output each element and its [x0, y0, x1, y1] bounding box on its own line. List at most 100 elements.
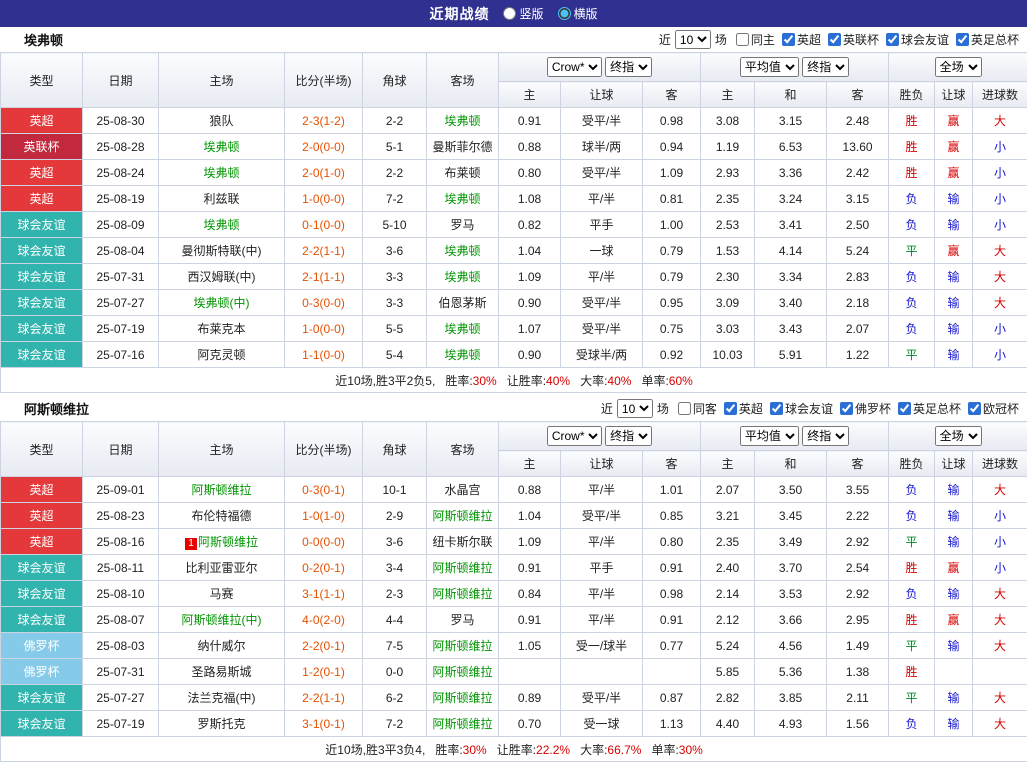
away-team-name[interactable]: 曼斯菲尔德: [432, 140, 492, 154]
scope-select[interactable]: 全场: [935, 57, 982, 77]
away-team[interactable]: 阿斯顿维拉: [427, 503, 499, 529]
scope-select[interactable]: 全场: [935, 426, 982, 446]
away-team-name[interactable]: 阿斯顿维拉: [432, 717, 492, 731]
home-team[interactable]: 比利亚雷亚尔: [159, 555, 285, 581]
league-filter-checkbox[interactable]: [828, 33, 841, 46]
league-filter[interactable]: 球会友谊: [879, 31, 949, 48]
league-filter[interactable]: 英超: [717, 400, 763, 417]
match-score[interactable]: 1-0(0-0): [285, 316, 363, 342]
away-team[interactable]: 布莱顿: [427, 160, 499, 186]
away-team[interactable]: 埃弗顿: [427, 108, 499, 134]
match-score[interactable]: 3-1(1-1): [285, 581, 363, 607]
home-team[interactable]: 曼彻斯特联(中): [159, 238, 285, 264]
vertical-radio-input[interactable]: [503, 7, 516, 20]
away-team-name[interactable]: 埃弗顿: [444, 244, 480, 258]
away-team-name[interactable]: 罗马: [450, 613, 474, 627]
league-filter-checkbox[interactable]: [678, 402, 691, 415]
home-team-name[interactable]: 阿斯顿维拉: [198, 535, 258, 549]
away-team-name[interactable]: 阿斯顿维拉: [432, 665, 492, 679]
home-team[interactable]: 纳什威尔: [159, 633, 285, 659]
home-team[interactable]: 圣路易斯城: [159, 659, 285, 685]
handicap-stage-select[interactable]: 终指: [605, 57, 652, 77]
away-team-name[interactable]: 纽卡斯尔联: [432, 535, 492, 549]
away-team-name[interactable]: 阿斯顿维拉: [432, 587, 492, 601]
league-filter-checkbox[interactable]: [968, 402, 981, 415]
horizontal-radio-input[interactable]: [558, 7, 571, 20]
match-score[interactable]: 2-2(1-1): [285, 685, 363, 711]
match-score[interactable]: 2-1(1-1): [285, 264, 363, 290]
league-filter[interactable]: 英足总杯: [891, 400, 961, 417]
home-team[interactable]: 西汉姆联(中): [159, 264, 285, 290]
away-team[interactable]: 阿斯顿维拉: [427, 581, 499, 607]
home-team[interactable]: 1阿斯顿维拉: [159, 529, 285, 555]
away-team-name[interactable]: 伯恩茅斯: [438, 296, 486, 310]
bookmaker-select[interactable]: Crow*: [547, 426, 602, 446]
league-filter-checkbox[interactable]: [782, 33, 795, 46]
league-filter-checkbox[interactable]: [770, 402, 783, 415]
away-team-name[interactable]: 埃弗顿: [444, 322, 480, 336]
home-team[interactable]: 阿斯顿维拉: [159, 477, 285, 503]
league-filter-checkbox[interactable]: [898, 402, 911, 415]
handicap-stage-select[interactable]: 终指: [605, 426, 652, 446]
home-team-name[interactable]: 阿克灵顿: [197, 348, 245, 362]
home-team-name[interactable]: 比利亚雷亚尔: [185, 561, 257, 575]
away-team[interactable]: 纽卡斯尔联: [427, 529, 499, 555]
home-team[interactable]: 阿斯顿维拉(中): [159, 607, 285, 633]
home-team-name[interactable]: 阿斯顿维拉: [191, 483, 251, 497]
home-team[interactable]: 埃弗顿: [159, 134, 285, 160]
home-team[interactable]: 布伦特福德: [159, 503, 285, 529]
match-score[interactable]: 2-2(0-1): [285, 633, 363, 659]
league-filter-checkbox[interactable]: [736, 33, 749, 46]
away-team[interactable]: 阿斯顿维拉: [427, 659, 499, 685]
away-team-name[interactable]: 罗马: [450, 218, 474, 232]
away-team[interactable]: 埃弗顿: [427, 316, 499, 342]
layout-radio-horizontal[interactable]: 横版: [558, 5, 598, 22]
home-team[interactable]: 阿克灵顿: [159, 342, 285, 368]
home-team[interactable]: 埃弗顿: [159, 212, 285, 238]
match-score[interactable]: 0-3(0-0): [285, 290, 363, 316]
away-team[interactable]: 埃弗顿: [427, 186, 499, 212]
match-score[interactable]: 0-2(0-1): [285, 555, 363, 581]
away-team-name[interactable]: 阿斯顿维拉: [432, 639, 492, 653]
home-team[interactable]: 狼队: [159, 108, 285, 134]
match-score[interactable]: 0-1(0-0): [285, 212, 363, 238]
away-team-name[interactable]: 阿斯顿维拉: [432, 691, 492, 705]
bookmaker-select[interactable]: Crow*: [547, 57, 602, 77]
home-team[interactable]: 马赛: [159, 581, 285, 607]
league-filter-checkbox[interactable]: [886, 33, 899, 46]
away-team[interactable]: 阿斯顿维拉: [427, 685, 499, 711]
recent-count-select[interactable]: 10: [675, 30, 711, 49]
away-team[interactable]: 罗马: [427, 607, 499, 633]
match-score[interactable]: 2-0(0-0): [285, 134, 363, 160]
home-team-name[interactable]: 布莱克本: [197, 322, 245, 336]
home-team-name[interactable]: 阿斯顿维拉(中): [182, 613, 262, 627]
league-filter[interactable]: 同客: [671, 400, 717, 417]
league-filter[interactable]: 英联杯: [821, 31, 879, 48]
home-team-name[interactable]: 罗斯托克: [197, 717, 245, 731]
league-filter-checkbox[interactable]: [956, 33, 969, 46]
away-team[interactable]: 罗马: [427, 212, 499, 238]
away-team-name[interactable]: 布莱顿: [444, 166, 480, 180]
match-score[interactable]: 1-1(0-0): [285, 342, 363, 368]
away-team[interactable]: 阿斯顿维拉: [427, 555, 499, 581]
home-team-name[interactable]: 狼队: [209, 114, 233, 128]
home-team-name[interactable]: 埃弗顿: [203, 218, 239, 232]
match-score[interactable]: 4-0(2-0): [285, 607, 363, 633]
home-team-name[interactable]: 利兹联: [203, 192, 239, 206]
home-team-name[interactable]: 埃弗顿(中): [194, 296, 250, 310]
layout-radio-vertical[interactable]: 竖版: [503, 5, 543, 22]
home-team-name[interactable]: 法兰克福(中): [188, 691, 256, 705]
home-team[interactable]: 埃弗顿(中): [159, 290, 285, 316]
avg-stage-select[interactable]: 终指: [802, 57, 849, 77]
away-team[interactable]: 阿斯顿维拉: [427, 711, 499, 737]
away-team[interactable]: 埃弗顿: [427, 342, 499, 368]
home-team[interactable]: 布莱克本: [159, 316, 285, 342]
home-team-name[interactable]: 埃弗顿: [203, 140, 239, 154]
home-team-name[interactable]: 曼彻斯特联(中): [182, 244, 262, 258]
away-team[interactable]: 水晶宫: [427, 477, 499, 503]
league-filter[interactable]: 英足总杯: [949, 31, 1019, 48]
away-team-name[interactable]: 水晶宫: [444, 483, 480, 497]
away-team[interactable]: 曼斯菲尔德: [427, 134, 499, 160]
away-team-name[interactable]: 埃弗顿: [444, 114, 480, 128]
match-score[interactable]: 2-0(1-0): [285, 160, 363, 186]
